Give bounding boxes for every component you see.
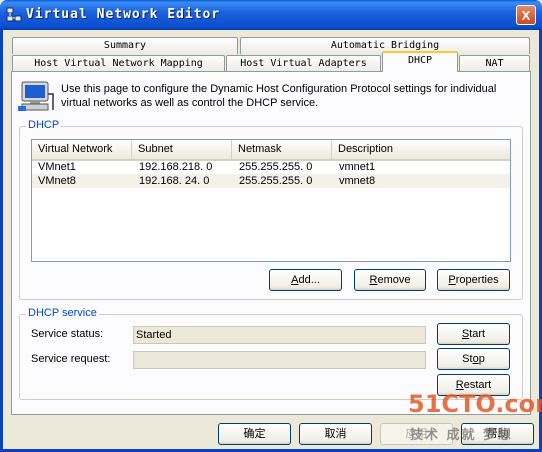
cell-subnet: 192.168.218. 0 bbox=[139, 161, 213, 173]
column-description[interactable]: Description bbox=[332, 140, 510, 159]
start-button[interactable]: Start bbox=[437, 323, 510, 345]
cell-subnet: 192.168. 24. 0 bbox=[139, 175, 210, 187]
properties-button[interactable]: Properties bbox=[437, 269, 510, 291]
cell-description: vmnet1 bbox=[339, 161, 376, 173]
cancel-button[interactable]: 取消 bbox=[299, 423, 372, 445]
tab-host-virtual-adapters[interactable]: Host Virtual Adapters bbox=[226, 55, 381, 72]
dhcp-service-group-title: DHCP service bbox=[26, 307, 99, 319]
tab-nat[interactable]: NAT bbox=[459, 55, 530, 72]
close-button[interactable]: X bbox=[516, 5, 536, 25]
table-row[interactable]: VMnet1 192.168.218. 0 255.255.255. 0 vmn… bbox=[32, 160, 510, 174]
dhcp-network-list[interactable]: Virtual Network Subnet Netmask Descripti… bbox=[31, 139, 511, 262]
table-row[interactable]: VMnet8 192.168. 24. 0 255.255.255. 0 vmn… bbox=[32, 174, 510, 188]
dhcp-group-title: DHCP bbox=[26, 119, 62, 131]
column-netmask[interactable]: Netmask bbox=[232, 140, 332, 159]
watermark-logo: 51CTO.com bbox=[408, 390, 542, 418]
title-bar: Virtual Network Editor X bbox=[0, 0, 542, 30]
network-icon bbox=[6, 7, 22, 22]
add-button[interactable]: Add... bbox=[269, 269, 342, 291]
stop-button[interactable]: Stop bbox=[437, 348, 510, 370]
cell-netmask: 255.255.255. 0 bbox=[239, 161, 313, 173]
list-header: Virtual Network Subnet Netmask Descripti… bbox=[32, 140, 510, 161]
cell-description: vmnet8 bbox=[339, 175, 376, 187]
service-request-field bbox=[133, 351, 426, 369]
watermark-tagline: 技术 成就 梦想 bbox=[410, 428, 514, 443]
cell-netmask: 255.255.255. 0 bbox=[239, 175, 313, 187]
cell-virtual-network: VMnet1 bbox=[38, 161, 76, 173]
cell-virtual-network: VMnet8 bbox=[38, 175, 76, 187]
window-title: Virtual Network Editor bbox=[26, 7, 221, 22]
remove-button[interactable]: Remove bbox=[354, 269, 426, 291]
page-description: Use this page to configure the Dynamic H… bbox=[61, 83, 497, 109]
service-status-field: Started bbox=[133, 326, 426, 344]
service-request-label: Service request: bbox=[31, 353, 111, 365]
tab-host-virtual-network-mapping[interactable]: Host Virtual Network Mapping bbox=[12, 55, 225, 72]
ok-button[interactable]: 确定 bbox=[218, 423, 291, 445]
tab-summary[interactable]: Summary bbox=[12, 37, 238, 54]
column-subnet[interactable]: Subnet bbox=[132, 140, 232, 159]
tab-dhcp[interactable]: DHCP bbox=[382, 51, 458, 72]
computer-icon bbox=[18, 81, 54, 111]
service-status-label: Service status: bbox=[31, 328, 104, 340]
column-virtual-network[interactable]: Virtual Network bbox=[32, 140, 132, 159]
